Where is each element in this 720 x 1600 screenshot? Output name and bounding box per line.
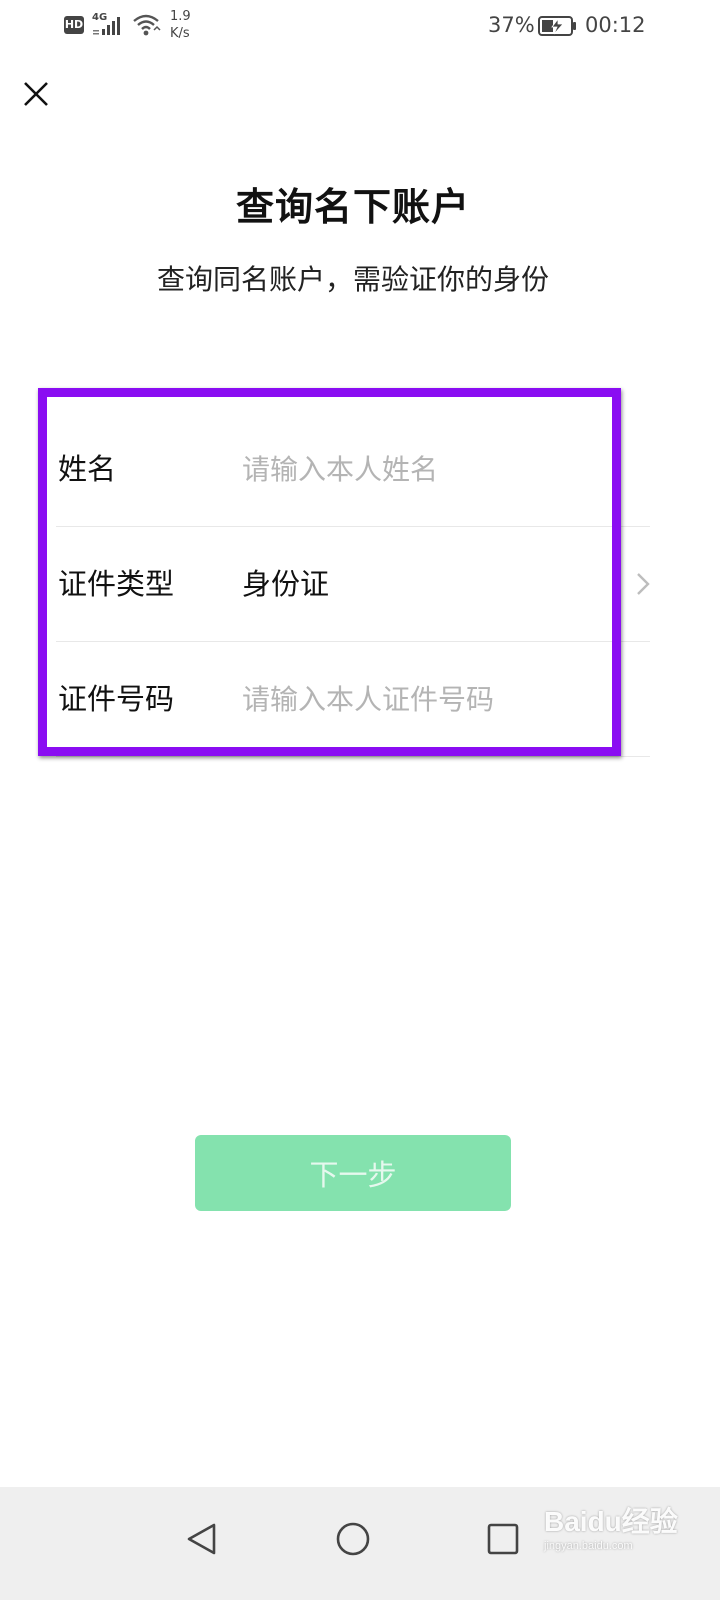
next-button[interactable]: 下一步	[195, 1135, 511, 1211]
home-icon[interactable]	[322, 1509, 382, 1569]
id-type-row[interactable]: 证件类型 身份证	[56, 527, 650, 642]
status-bar: HD 4G 1.9 K/s 37% 00:12	[0, 0, 720, 52]
network-speed: 1.9 K/s	[170, 8, 200, 42]
battery-charging-icon	[538, 16, 576, 36]
id-number-label: 证件号码	[58, 682, 175, 716]
battery-percent: 37%	[488, 13, 535, 37]
hd-icon: HD	[64, 16, 84, 34]
id-type-label: 证件类型	[58, 567, 175, 601]
page-subtitle: 查询同名账户，需验证你的身份	[156, 263, 549, 296]
id-number-row[interactable]: 证件号码	[56, 642, 650, 757]
clock: 00:12	[585, 13, 646, 37]
signal-icon	[93, 17, 120, 35]
page-title: 查询名下账户	[235, 185, 470, 229]
back-icon[interactable]	[172, 1509, 232, 1569]
name-row[interactable]: 姓名	[56, 412, 650, 527]
name-label: 姓名	[58, 452, 117, 486]
identity-form: 姓名 证件类型 身份证 证件号码	[56, 412, 650, 757]
recent-apps-icon[interactable]	[472, 1509, 532, 1569]
id-type-value: 身份证	[242, 567, 330, 601]
network-speed-unit: K/s	[170, 26, 190, 41]
close-icon[interactable]	[16, 74, 56, 114]
navigation-bar	[0, 1487, 720, 1600]
wifi-icon	[133, 14, 161, 36]
network-speed-value: 1.9	[170, 9, 191, 24]
chevron-right-icon	[637, 573, 650, 595]
name-input[interactable]	[242, 446, 622, 492]
id-number-input[interactable]	[242, 676, 622, 722]
